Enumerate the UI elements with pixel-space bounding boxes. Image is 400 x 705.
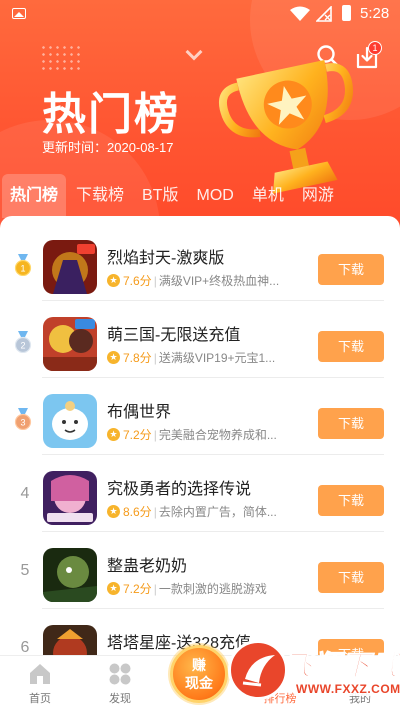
game-desc: 送满级VIP19+元宝1... bbox=[158, 351, 276, 365]
game-icon[interactable] bbox=[43, 394, 97, 448]
download-button[interactable]: 下载 bbox=[318, 562, 384, 593]
ranking-list: 1 烈焰封天-激爽版 7.6分|满级VIP+终极热血神... 下载 2 bbox=[0, 216, 400, 705]
game-icon[interactable] bbox=[43, 317, 97, 371]
discover-icon bbox=[109, 663, 131, 685]
download-button[interactable]: 下载 bbox=[318, 331, 384, 362]
game-icon[interactable] bbox=[43, 240, 97, 294]
list-item[interactable]: 1 烈焰封天-激爽版 7.6分|满级VIP+终极热血神... 下载 bbox=[0, 224, 400, 301]
game-score: 8.6分 bbox=[123, 505, 152, 519]
game-desc: 满级VIP+终极热血神... bbox=[158, 274, 280, 288]
game-meta: 7.2分|一款刺激的逃脱游戏 bbox=[107, 580, 302, 597]
header-banner: 5:28 1 热门榜 更新时间：2020-08-17 热门榜 下载榜 BT版 M… bbox=[0, 0, 400, 230]
download-button[interactable]: 下载 bbox=[318, 485, 384, 516]
page-title: 热门榜 bbox=[42, 89, 180, 140]
watermark: 飞翔下载 WWW.FXXZ.COM bbox=[228, 640, 400, 705]
status-time: 5:28 bbox=[360, 5, 390, 22]
home-icon bbox=[30, 664, 50, 684]
tab-download[interactable]: 下载榜 bbox=[68, 174, 132, 218]
game-meta: 7.2分|完美融合宠物养成和... bbox=[107, 426, 302, 443]
decorative-dots bbox=[40, 44, 80, 74]
update-time: 更新时间：2020-08-17 bbox=[42, 140, 174, 155]
svg-text:3: 3 bbox=[20, 418, 25, 428]
game-score: 7.6分 bbox=[123, 274, 152, 288]
watermark-url: WWW.FXXZ.COM bbox=[294, 682, 400, 696]
nav-discover[interactable]: 发现 bbox=[80, 656, 160, 705]
gold-medal-icon: 1 bbox=[14, 254, 32, 276]
status-bar: 5:28 bbox=[0, 0, 400, 28]
rank-number: 4 bbox=[20, 485, 30, 502]
game-name[interactable]: 烈焰封天-激爽版 bbox=[107, 244, 224, 268]
svg-text:1: 1 bbox=[20, 264, 25, 274]
game-meta: 7.6分|满级VIP+终极热血神... bbox=[107, 272, 302, 289]
battery-icon bbox=[342, 5, 351, 21]
bronze-medal-icon: 3 bbox=[14, 408, 32, 430]
wifi-icon bbox=[290, 6, 310, 21]
game-score: 7.2分 bbox=[123, 428, 152, 442]
svg-text:2: 2 bbox=[20, 341, 25, 351]
game-desc: 一款刺激的逃脱游戏 bbox=[158, 582, 267, 596]
star-icon bbox=[107, 504, 120, 519]
silver-medal-icon: 2 bbox=[14, 331, 32, 353]
list-item[interactable]: 5 整蛊老奶奶 7.2分|一款刺激的逃脱游戏 下载 bbox=[0, 532, 400, 609]
game-name[interactable]: 究极勇者的选择传说 bbox=[107, 475, 251, 499]
nav-home[interactable]: 首页 bbox=[0, 656, 80, 705]
list-item[interactable]: 2 萌三国-无限送充值 7.8分|送满级VIP19+元宝1... 下载 bbox=[0, 301, 400, 378]
star-icon bbox=[107, 350, 120, 365]
chevron-down-icon[interactable] bbox=[185, 43, 203, 61]
earn-cash-line1: 赚 bbox=[192, 657, 206, 673]
list-item[interactable]: 4 究极勇者的选择传说 8.6分|去除内置广告，简体... 下载 bbox=[0, 455, 400, 532]
no-signal-icon bbox=[316, 6, 332, 22]
tab-online[interactable]: 网游 bbox=[294, 174, 342, 218]
tab-mod[interactable]: MOD bbox=[188, 174, 241, 218]
watermark-text: 飞翔下载 bbox=[284, 650, 400, 682]
star-icon bbox=[107, 427, 120, 442]
game-score: 7.8分 bbox=[123, 351, 152, 365]
download-button[interactable]: 下载 bbox=[318, 408, 384, 439]
star-icon bbox=[107, 273, 120, 288]
nav-home-label: 首页 bbox=[29, 693, 51, 705]
rank-number: 5 bbox=[20, 562, 30, 579]
watermark-logo-icon bbox=[228, 640, 288, 700]
game-meta: 7.8分|送满级VIP19+元宝1... bbox=[107, 349, 302, 366]
tab-hot[interactable]: 热门榜 bbox=[2, 174, 67, 218]
tab-single[interactable]: 单机 bbox=[244, 174, 292, 218]
game-name[interactable]: 整蛊老奶奶 bbox=[107, 552, 187, 576]
star-icon bbox=[107, 581, 120, 596]
game-meta: 8.6分|去除内置广告，简体... bbox=[107, 503, 302, 520]
game-icon[interactable] bbox=[43, 548, 97, 602]
download-button[interactable]: 下载 bbox=[318, 254, 384, 285]
game-desc: 去除内置广告，简体... bbox=[158, 505, 277, 519]
earn-cash-line2: 现金 bbox=[185, 675, 213, 691]
game-name[interactable]: 布偶世界 bbox=[107, 398, 171, 422]
game-name[interactable]: 萌三国-无限送充值 bbox=[107, 321, 240, 345]
gallery-notification-icon bbox=[12, 8, 26, 19]
game-desc: 完美融合宠物养成和... bbox=[158, 428, 277, 442]
game-icon[interactable] bbox=[43, 471, 97, 525]
game-score: 7.2分 bbox=[123, 582, 152, 596]
earn-cash-button[interactable]: 赚 现金 bbox=[170, 645, 228, 703]
download-count-badge: 1 bbox=[368, 41, 382, 55]
list-item[interactable]: 3 布偶世界 7.2分|完美融合宠物养成和... 下载 bbox=[0, 378, 400, 455]
category-tabs: 热门榜 下载榜 BT版 MOD 单机 网游 bbox=[0, 174, 400, 218]
tab-bt[interactable]: BT版 bbox=[134, 174, 186, 218]
nav-discover-label: 发现 bbox=[109, 693, 131, 705]
